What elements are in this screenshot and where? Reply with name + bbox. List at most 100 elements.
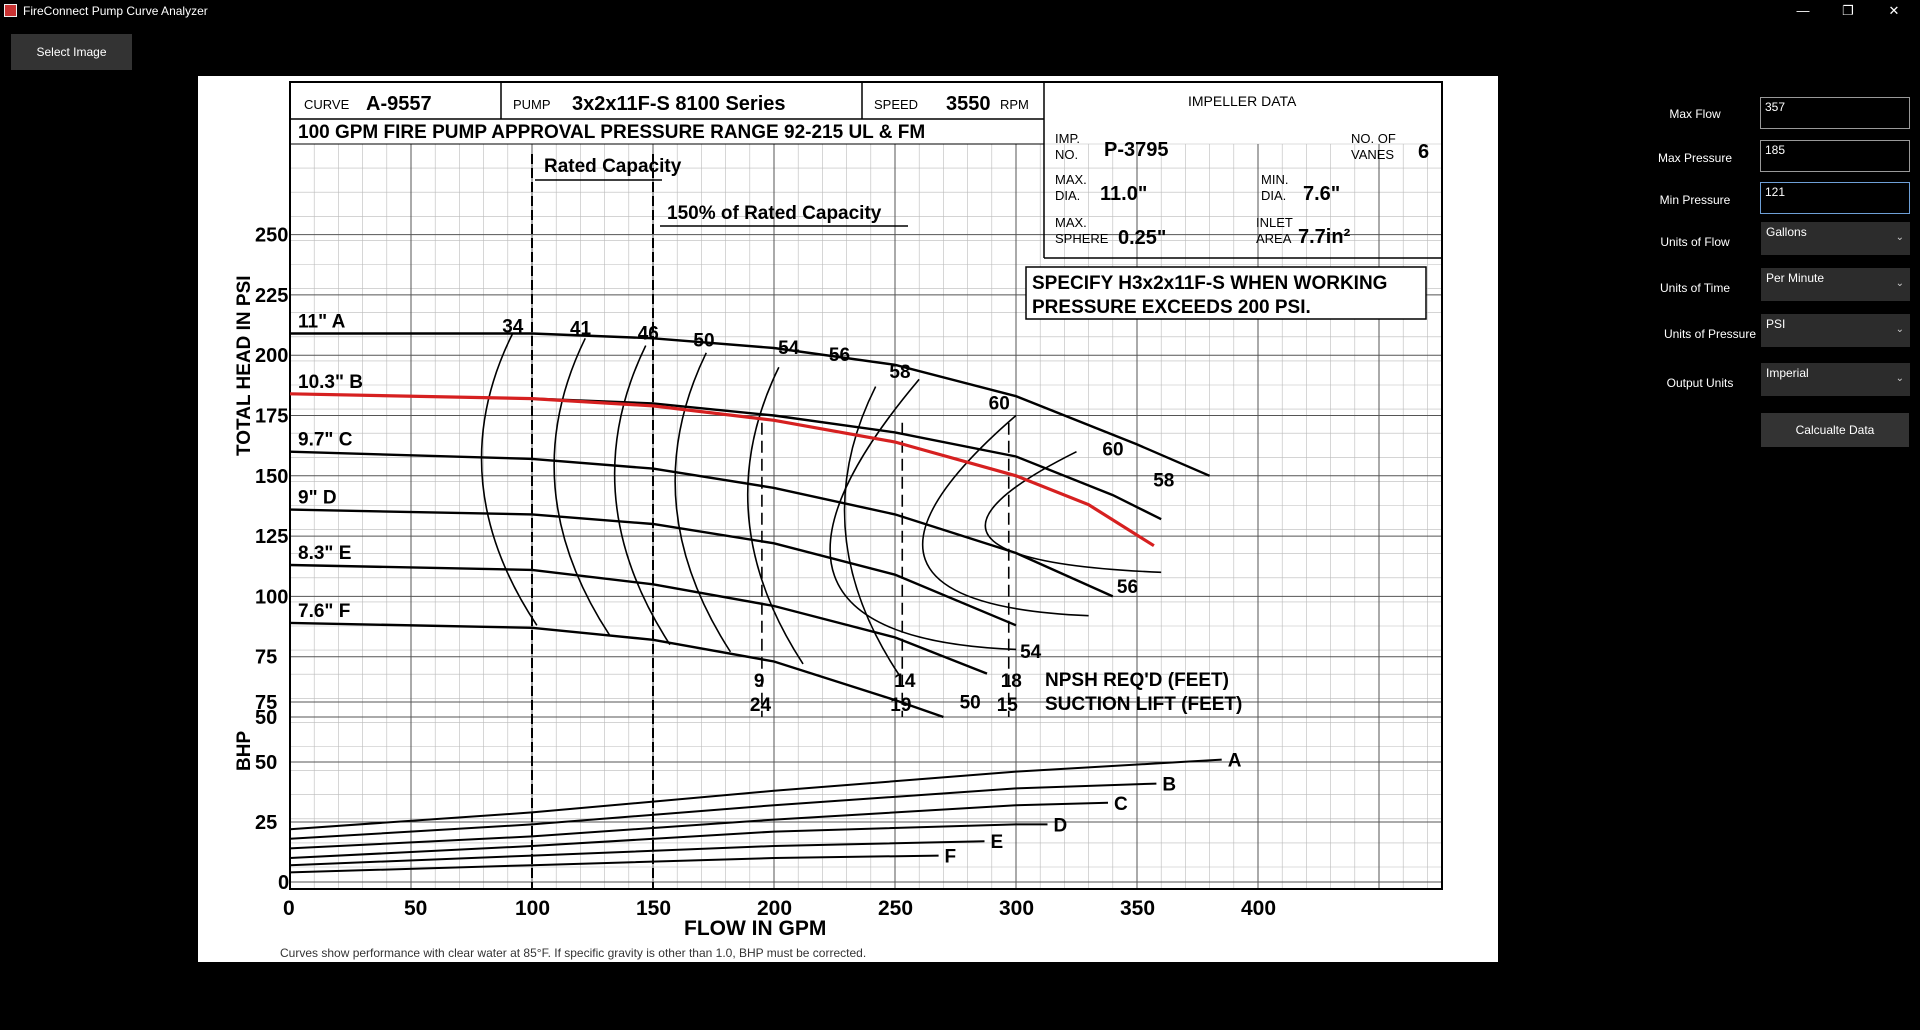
npsh-value: 18 — [1001, 671, 1022, 692]
max-pressure-input[interactable]: 185 — [1760, 140, 1910, 172]
y-bhp-tick-label: 75 — [255, 692, 277, 714]
pump-label: PUMP — [513, 97, 551, 112]
x-axis-label: FLOW IN GPM — [684, 917, 826, 940]
efficiency-curve — [922, 414, 1089, 617]
bhp-curve-label: A — [1228, 751, 1242, 772]
efficiency-label: 58 — [889, 362, 910, 383]
max-dia: 11.0" — [1100, 183, 1147, 205]
units-of-time-value: Per Minute — [1766, 271, 1825, 285]
chevron-down-icon: ⌄ — [1895, 278, 1904, 289]
y-head-tick-label: 250 — [255, 225, 288, 247]
suction-lift-value: 24 — [750, 695, 772, 716]
max-dia-label-2: DIA. — [1055, 188, 1080, 203]
bhp-curve-label: D — [1053, 815, 1067, 836]
efficiency-label: 50 — [693, 331, 714, 352]
efficiency-curve — [480, 333, 538, 626]
y-head-tick-label: 100 — [255, 586, 288, 608]
units-of-time-select[interactable]: Per Minute ⌄ — [1761, 268, 1910, 301]
efficiency-label: 54 — [778, 338, 800, 359]
max-sphere-label: MAX. — [1055, 215, 1087, 230]
app-logo-icon — [4, 4, 17, 17]
imp-no-label-2: NO. — [1055, 147, 1078, 162]
max-dia-label: MAX. — [1055, 172, 1087, 187]
y-head-label: TOTAL HEAD IN PSI — [234, 275, 255, 456]
min-dia-label: MIN. — [1261, 172, 1288, 187]
chevron-down-icon: ⌄ — [1895, 373, 1904, 384]
output-units-value: Imperial — [1766, 366, 1809, 380]
speed-unit: RPM — [1000, 97, 1029, 112]
units-of-time-label: Units of Time — [1659, 281, 1731, 295]
y-head-tick-label: 175 — [255, 406, 288, 428]
head-curve-label: 8.3" E — [298, 543, 351, 564]
chevron-down-icon: ⌄ — [1895, 232, 1904, 243]
y-bhp-tick-label: 0 — [278, 872, 289, 894]
max-pressure-label: Max Pressure — [1657, 151, 1733, 165]
y-bhp-tick-label: 50 — [255, 752, 277, 774]
pump-model: 3x2x11F-S 8100 Series — [572, 93, 786, 115]
x-tick-label: 250 — [878, 897, 913, 920]
suction-lift-value: 15 — [997, 695, 1019, 716]
bhp-curve-label: F — [945, 847, 957, 868]
y-bhp-tick-label: 25 — [255, 812, 277, 834]
efficiency-label: 56 — [829, 345, 850, 366]
output-units-select[interactable]: Imperial ⌄ — [1761, 363, 1910, 396]
speed-value: 3550 — [946, 93, 991, 115]
output-units-label: Output Units — [1666, 376, 1734, 390]
select-image-button[interactable]: Select Image — [11, 34, 132, 70]
efficiency-label: 58 — [1153, 471, 1174, 492]
npsh-value: 14 — [894, 671, 916, 692]
units-of-flow-select[interactable]: Gallons ⌄ — [1761, 222, 1910, 255]
y-head-tick-label: 125 — [255, 526, 288, 548]
x-tick-label: 50 — [404, 897, 427, 920]
pump-curve-image: 0 50 100 150 200 250 300 350 400 50 75 100 125 150 175… — [198, 76, 1498, 962]
vanes-label: NO. OF — [1351, 131, 1396, 146]
window-title: FireConnect Pump Curve Analyzer — [23, 4, 208, 18]
y-head-tick-label: 150 — [255, 466, 288, 488]
head-curve-label: 10.3" B — [298, 372, 363, 393]
inlet-label: INLET — [1256, 215, 1293, 230]
impeller-header: IMPELLER DATA — [1188, 93, 1297, 109]
efficiency-label: 34 — [502, 316, 524, 337]
max-flow-label: Max Flow — [1669, 107, 1721, 121]
min-dia-label-2: DIA. — [1261, 188, 1286, 203]
min-pressure-label: Min Pressure — [1659, 193, 1731, 207]
npsh-value: 9 — [754, 671, 765, 692]
units-of-flow-label: Units of Flow — [1660, 235, 1730, 249]
curve-id: A-9557 — [366, 93, 432, 115]
efficiency-curve — [674, 352, 732, 653]
efficiency-curve — [984, 450, 1162, 574]
head-curve-label: 7.6" F — [298, 601, 350, 622]
inlet-area: 7.7in² — [1298, 226, 1351, 248]
max-flow-input[interactable]: 357 — [1760, 97, 1910, 129]
speed-label: SPEED — [874, 97, 918, 112]
x-tick-label: 400 — [1241, 897, 1276, 920]
head-curve — [289, 563, 988, 675]
max-sphere-label-2: SPHERE — [1055, 231, 1109, 246]
rated-150-label: 150% of Rated Capacity — [667, 203, 882, 224]
head-curve-label: 11" A — [298, 311, 346, 332]
bhp-curve — [289, 782, 1157, 840]
head-curve-label: 9.7" C — [298, 430, 353, 451]
units-of-pressure-select[interactable]: PSI ⌄ — [1761, 314, 1910, 347]
calculate-data-button[interactable]: Calcualte Data — [1761, 413, 1909, 447]
x-tick-label: 350 — [1120, 897, 1155, 920]
efficiency-label: 60 — [1102, 439, 1123, 460]
title-bar: FireConnect Pump Curve Analyzer — ❐ ✕ — [0, 0, 1920, 22]
chart-grid — [289, 143, 1442, 889]
suction-label: SUCTION LIFT (FEET) — [1045, 694, 1242, 715]
close-button[interactable]: ✕ — [1874, 1, 1914, 21]
footnote: Curves show performance with clear water… — [280, 946, 866, 960]
minimize-button[interactable]: — — [1783, 1, 1823, 21]
efficiency-curve — [553, 337, 611, 636]
vanes-label-2: VANES — [1351, 147, 1394, 162]
y-head-tick-label: 225 — [255, 285, 288, 307]
units-of-flow-value: Gallons — [1766, 225, 1807, 239]
selected-operating-curve — [289, 392, 1155, 548]
x-tick-label: 300 — [999, 897, 1034, 920]
efficiency-label: 41 — [570, 319, 592, 340]
y-head-tick-label: 75 — [255, 647, 277, 669]
bhp-curve — [289, 823, 1048, 859]
restore-button[interactable]: ❐ — [1828, 1, 1868, 21]
min-pressure-input[interactable]: 121 — [1760, 182, 1910, 214]
efficiency-label: 50 — [960, 693, 981, 714]
